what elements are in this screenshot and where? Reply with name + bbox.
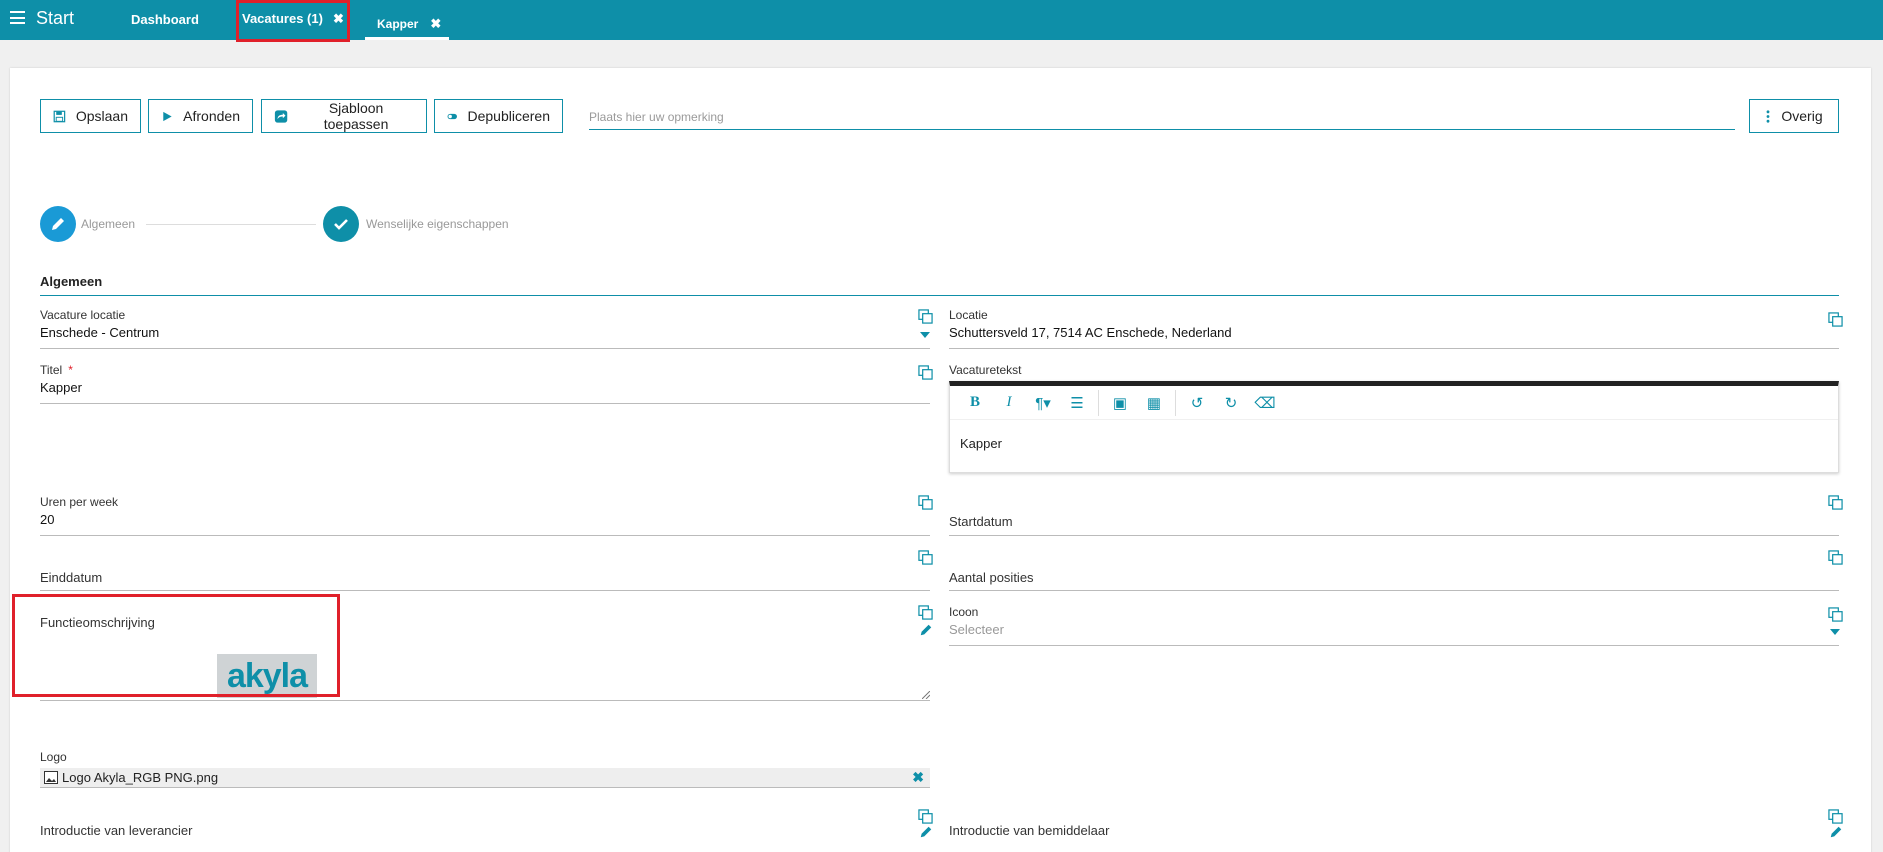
redo-icon[interactable]: ↻ bbox=[1214, 394, 1248, 412]
paragraph-icon[interactable]: ¶▾ bbox=[1026, 394, 1060, 412]
image-icon[interactable]: ▣ bbox=[1103, 394, 1137, 412]
step-general[interactable] bbox=[40, 206, 76, 242]
remark-input[interactable] bbox=[589, 104, 1735, 130]
field-label-row: Titel * bbox=[40, 363, 930, 377]
template-label: Sjabloon toepassen bbox=[323, 100, 389, 132]
table-icon[interactable]: ▦ bbox=[1137, 394, 1171, 412]
share-icon bbox=[274, 109, 288, 123]
field-value: Enschede - Centrum bbox=[40, 325, 160, 340]
start-date-field[interactable]: Startdatum bbox=[949, 495, 1843, 536]
title-field[interactable]: Titel * Kapper bbox=[40, 363, 933, 404]
location-field[interactable]: Locatie Schuttersveld 17, 7514 AC Ensche… bbox=[949, 308, 1843, 349]
field-value: 20 bbox=[40, 512, 55, 527]
required-marker: * bbox=[68, 363, 73, 377]
more-label: Overig bbox=[1781, 108, 1823, 124]
finish-label: Afronden bbox=[183, 108, 240, 124]
check-icon bbox=[334, 219, 348, 230]
field-label: Titel bbox=[40, 363, 63, 377]
divider bbox=[1175, 389, 1176, 416]
pencil-icon[interactable] bbox=[919, 623, 933, 637]
field-label: Einddatum bbox=[40, 570, 103, 585]
depublish-button[interactable]: Depubliceren bbox=[434, 99, 563, 133]
copy-icon[interactable] bbox=[1828, 607, 1843, 622]
close-icon[interactable]: ✖ bbox=[430, 16, 441, 31]
intro-supplier-label: Introductie van leverancier bbox=[40, 823, 193, 838]
field-label: Icoon bbox=[949, 605, 979, 619]
main-panel: Opslaan Afronden Sjabloon toepassen Depu… bbox=[10, 68, 1871, 852]
start-link[interactable]: Start bbox=[36, 8, 74, 29]
field-label: Startdatum bbox=[949, 514, 1013, 529]
step-label: Wenselijke eigenschappen bbox=[366, 217, 509, 231]
tab-label: Kapper bbox=[377, 17, 419, 31]
pencil-icon[interactable] bbox=[1829, 825, 1843, 839]
save-button[interactable]: Opslaan bbox=[40, 99, 141, 133]
positions-count-field[interactable]: Aantal posities bbox=[949, 550, 1843, 591]
copy-icon[interactable] bbox=[918, 309, 933, 324]
rich-text-editor[interactable]: B I ¶▾ ☰ ▣ ▦ ↺ ↻ ⌫ Kapper bbox=[949, 381, 1839, 473]
finish-button[interactable]: Afronden bbox=[148, 99, 253, 133]
save-label: Opslaan bbox=[75, 108, 128, 124]
copy-icon[interactable] bbox=[918, 809, 933, 824]
logo-file-row[interactable]: Logo Akyla_RGB PNG.png ✖ bbox=[40, 768, 930, 788]
bold-icon[interactable]: B bbox=[958, 394, 992, 411]
vacancy-text-label: Vacaturetekst bbox=[949, 363, 1022, 377]
pencil-icon bbox=[52, 218, 64, 230]
divider bbox=[1098, 389, 1099, 416]
select-placeholder: Selecteer bbox=[949, 622, 1004, 637]
top-bar: Start Dashboard Vacatures (1) ✖ Kapper ✖ bbox=[0, 0, 1883, 42]
icon-select-field[interactable]: Icoon Selecteer bbox=[949, 605, 1843, 646]
editor-toolbar: B I ¶▾ ☰ ▣ ▦ ↺ ↻ ⌫ bbox=[950, 386, 1838, 420]
field-value: Schuttersveld 17, 7514 AC Enschede, Nede… bbox=[949, 325, 1232, 340]
field-value: Kapper bbox=[40, 380, 82, 395]
tab-dashboard[interactable]: Dashboard bbox=[131, 12, 199, 27]
copy-icon[interactable] bbox=[1828, 312, 1843, 327]
field-label: Aantal posities bbox=[949, 570, 1034, 585]
section-title: Algemeen bbox=[40, 274, 1839, 296]
italic-icon[interactable]: I bbox=[992, 394, 1026, 411]
logo-label: Logo bbox=[40, 750, 67, 764]
step-connector bbox=[146, 224, 316, 225]
list-icon[interactable]: ☰ bbox=[1060, 394, 1094, 412]
copy-icon[interactable] bbox=[918, 550, 933, 565]
more-button[interactable]: Overig bbox=[1749, 99, 1839, 133]
intro-intermediary-label: Introductie van bemiddelaar bbox=[949, 823, 1110, 838]
highlight-box bbox=[12, 594, 340, 697]
copy-icon[interactable] bbox=[1828, 809, 1843, 824]
chevron-down-icon[interactable] bbox=[920, 332, 930, 338]
depublish-label: Depubliceren bbox=[467, 108, 551, 124]
chevron-down-icon[interactable] bbox=[1830, 629, 1840, 635]
copy-icon[interactable] bbox=[1828, 495, 1843, 510]
tab-kapper[interactable]: Kapper ✖ bbox=[365, 10, 449, 40]
play-icon bbox=[163, 111, 172, 121]
logo-filename: Logo Akyla_RGB PNG.png bbox=[62, 770, 219, 785]
menu-icon[interactable] bbox=[10, 11, 25, 24]
copy-icon[interactable] bbox=[918, 495, 933, 510]
copy-icon[interactable] bbox=[918, 365, 933, 380]
field-label: Locatie bbox=[949, 308, 988, 322]
resize-handle-icon[interactable] bbox=[922, 691, 930, 699]
field-label: Vacature locatie bbox=[40, 308, 126, 322]
floppy-disk-icon bbox=[53, 110, 66, 122]
end-date-field[interactable]: Einddatum bbox=[40, 550, 933, 591]
vacancy-location-field[interactable]: Vacature locatie Enschede - Centrum bbox=[40, 308, 933, 349]
vertical-dots-icon bbox=[1766, 109, 1770, 123]
undo-icon[interactable]: ↺ bbox=[1180, 394, 1214, 412]
tab-label: Dashboard bbox=[131, 12, 199, 27]
highlight-box bbox=[236, 0, 350, 42]
eraser-icon[interactable]: ⌫ bbox=[1248, 394, 1282, 412]
apply-template-button[interactable]: Sjabloon toepassen bbox=[261, 99, 427, 133]
step-label: Algemeen bbox=[81, 217, 136, 231]
step-desired-properties[interactable] bbox=[323, 206, 359, 242]
hours-per-week-field[interactable]: Uren per week 20 bbox=[40, 495, 933, 536]
editor-content[interactable]: Kapper bbox=[950, 420, 1838, 467]
field-label: Uren per week bbox=[40, 495, 119, 509]
copy-icon[interactable] bbox=[1828, 550, 1843, 565]
toggle-icon bbox=[447, 113, 457, 119]
remove-icon[interactable]: ✖ bbox=[912, 769, 924, 786]
image-icon bbox=[44, 771, 58, 784]
copy-icon[interactable] bbox=[918, 605, 933, 620]
pencil-icon[interactable] bbox=[919, 825, 933, 839]
